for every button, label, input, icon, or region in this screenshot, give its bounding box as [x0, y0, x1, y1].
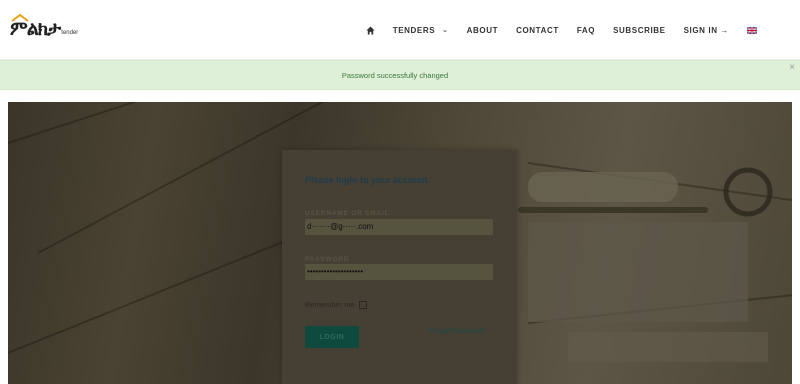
forgot-password-link[interactable]: Forgot Password?: [429, 328, 486, 335]
remember-me-checkbox[interactable]: [358, 300, 367, 309]
home-icon: [366, 25, 375, 35]
login-title: Please login to your account.: [305, 175, 431, 185]
alert-message: Password successfully changed: [341, 71, 449, 80]
wood-grain-line: [8, 102, 408, 144]
username-input[interactable]: d·······@g·····.com: [305, 219, 493, 235]
language-selector[interactable]: [738, 26, 766, 34]
nav-faq[interactable]: FAQ: [568, 26, 604, 35]
wood-grain-line: [8, 232, 306, 354]
username-label: USERNAME OR EMAIL: [305, 210, 390, 217]
close-icon[interactable]: ×: [789, 62, 795, 73]
desk-items-illustration: [518, 167, 773, 362]
nav-tenders[interactable]: TENDERS ⌄: [384, 26, 458, 35]
top-navbar: ምልክታ tender TENDERS ⌄ ABOUT CONTACT FAQ …: [0, 0, 800, 60]
remember-me-label: Remember me: [305, 300, 355, 309]
nav-about[interactable]: ABOUT: [458, 26, 507, 35]
nav-subscribe[interactable]: SUBSCRIBE: [604, 26, 675, 35]
nav-sign-in[interactable]: SIGN IN →: [675, 26, 738, 35]
nav-home[interactable]: [357, 25, 384, 35]
nav-contact[interactable]: CONTACT: [507, 26, 568, 35]
chevron-down-icon: ⌄: [442, 27, 449, 34]
main-nav: TENDERS ⌄ ABOUT CONTACT FAQ SUBSCRIBE SI…: [357, 0, 766, 60]
login-button[interactable]: LOGIN: [305, 326, 359, 348]
success-alert: Password successfully changed ×: [0, 60, 800, 90]
remember-me[interactable]: Remember me: [305, 300, 367, 309]
password-label: PASSWORD: [305, 256, 350, 263]
site-logo[interactable]: ምልክታ tender: [10, 14, 79, 40]
uk-flag-icon: [747, 26, 757, 34]
password-input[interactable]: ••••••••••••••••••••: [305, 264, 493, 280]
nav-tenders-label: TENDERS: [392, 25, 436, 35]
logo-tagline: tender: [61, 30, 79, 36]
logo-roof-icon: [11, 14, 29, 22]
login-card: Please login to your account. USERNAME O…: [282, 150, 517, 384]
